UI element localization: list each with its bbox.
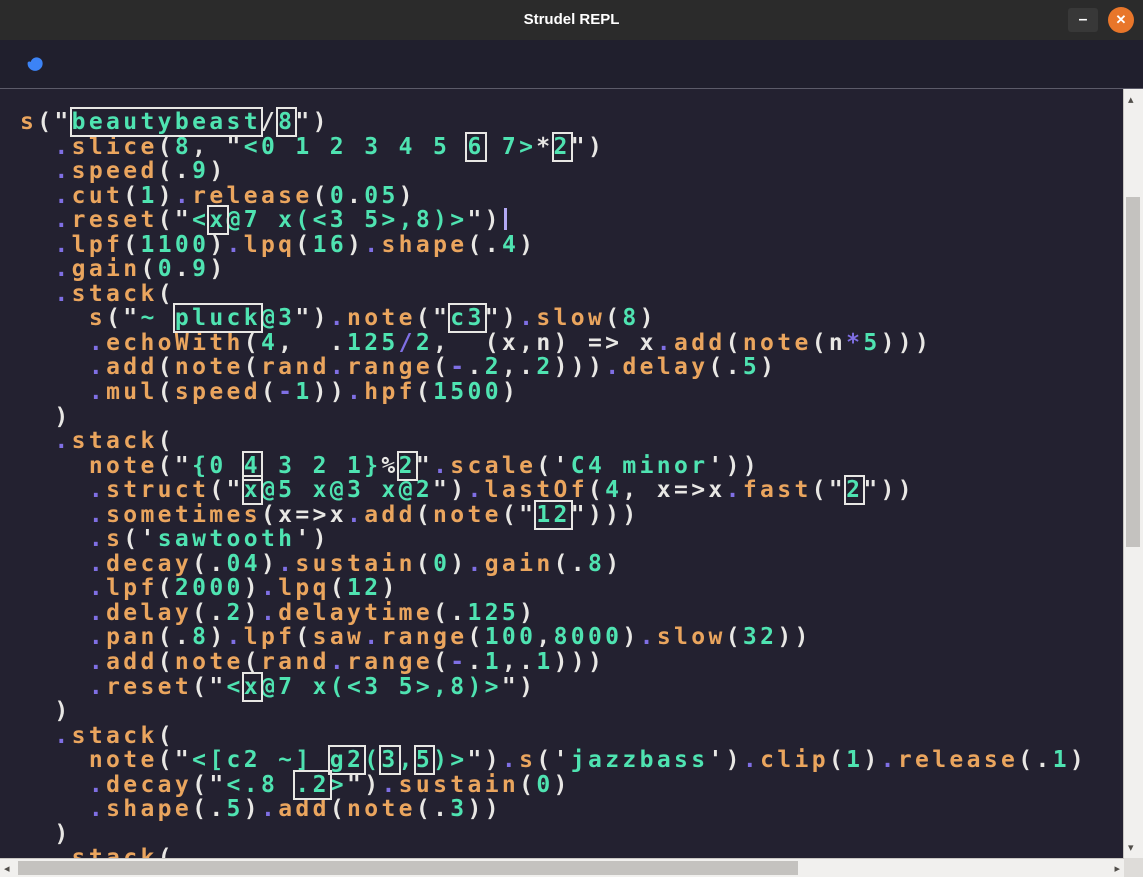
code-line: ) <box>20 405 1087 430</box>
code-line: .struct("x@5 x@3 x@2").lastOf(4, x=>x.fa… <box>20 478 1087 503</box>
code-line: .shape(.5).add(note(.3)) <box>20 797 1087 822</box>
code-line: .reset("<x@7 x(<3 5>,8)>") <box>20 675 1087 700</box>
close-icon: ✕ <box>1116 12 1127 27</box>
scroll-up-icon[interactable]: ▴ <box>1128 94 1134 105</box>
close-button[interactable]: ✕ <box>1108 7 1134 33</box>
app-header <box>0 40 1143 89</box>
scrollbar-corner <box>1124 858 1143 877</box>
code-line: .sometimes(x=>x.add(note("12"))) <box>20 503 1087 528</box>
code-line: .pan(.8).lpf(saw.range(100,8000).slow(32… <box>20 625 1087 650</box>
code-line: .lpf(1100).lpq(16).shape(.4) <box>20 233 1087 258</box>
strudel-repl-window: Strudel REPL – ✕ s("beautybeast/8") .sli… <box>0 0 1143 877</box>
code-line: .add(note(rand.range(-.1,.1))) <box>20 650 1087 675</box>
code-line: s("~ pluck@3").note("c3").slow(8) <box>20 306 1087 331</box>
minimize-icon: – <box>1079 11 1088 28</box>
code-line: .mul(speed(-1)).hpf(1500) <box>20 380 1087 405</box>
code-line: note("<[c2 ~] g2(3,5)>").s('jazzbass').c… <box>20 748 1087 773</box>
vertical-scrollbar[interactable]: ▴ ▾ <box>1123 89 1143 858</box>
scroll-down-icon[interactable]: ▾ <box>1128 842 1134 853</box>
spiral-icon-svg <box>21 50 49 78</box>
minimize-button[interactable]: – <box>1068 8 1098 32</box>
code-line: .speed(.9) <box>20 159 1087 184</box>
scroll-right-icon[interactable]: ▸ <box>1114 863 1120 874</box>
code-line: ) <box>20 699 1087 724</box>
code-line: .gain(0.9) <box>20 257 1087 282</box>
code-line: .echoWith(4, .125/2, (x,n) => x.add(note… <box>20 331 1087 356</box>
code-line: .stack( <box>20 429 1087 454</box>
code-line: .reset("<x@7 x(<3 5>,8)>") <box>20 208 1087 233</box>
horizontal-scrollbar[interactable]: ◂ ▸ <box>0 858 1124 877</box>
vertical-scroll-thumb[interactable] <box>1126 197 1140 547</box>
code-line: .cut(1).release(0.05) <box>20 184 1087 209</box>
titlebar[interactable]: Strudel REPL – ✕ <box>0 0 1143 40</box>
code-line: .stack( <box>20 846 1087 858</box>
code-line: .s('sawtooth') <box>20 527 1087 552</box>
code-line: .add(note(rand.range(-.2,.2))).delay(.5) <box>20 355 1087 380</box>
window-title: Strudel REPL <box>0 0 1143 40</box>
code-viewport[interactable]: s("beautybeast/8") .slice(8, "<0 1 2 3 4… <box>0 89 1124 858</box>
code-line: s("beautybeast/8") <box>20 110 1087 135</box>
code-line: .lpf(2000).lpq(12) <box>20 576 1087 601</box>
code-line: .stack( <box>20 724 1087 749</box>
code-line: .decay("<.8 .2>").sustain(0) <box>20 773 1087 798</box>
horizontal-scroll-thumb[interactable] <box>18 861 798 875</box>
code-line: note("{0 4 3 2 1}%2".scale('C4 minor')) <box>20 454 1087 479</box>
code-line: ) <box>20 822 1087 847</box>
strudel-spiral-logo-icon[interactable] <box>21 50 49 78</box>
scroll-left-icon[interactable]: ◂ <box>4 863 10 874</box>
code-line: .delay(.2).delaytime(.125) <box>20 601 1087 626</box>
text-caret <box>504 208 507 230</box>
code-lines: s("beautybeast/8") .slice(8, "<0 1 2 3 4… <box>20 110 1087 858</box>
code-line: .decay(.04).sustain(0).gain(.8) <box>20 552 1087 577</box>
code-line: .stack( <box>20 282 1087 307</box>
code-editor[interactable]: s("beautybeast/8") .slice(8, "<0 1 2 3 4… <box>0 89 1143 877</box>
code-line: .slice(8, "<0 1 2 3 4 5 6 7>*2") <box>20 135 1087 160</box>
